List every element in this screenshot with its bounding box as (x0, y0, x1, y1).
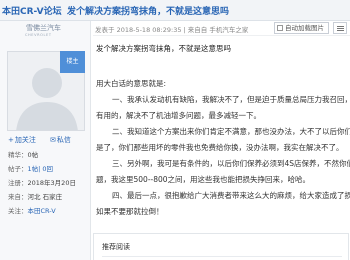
post-meta: 发表于 2018-5-18 08:29:35 | 来自自 手机汽车之家 自动加载… (93, 22, 350, 36)
info-register: 注册：2018年3月20日 (8, 179, 76, 187)
mail-icon: ✉ (50, 136, 56, 144)
post-paragraph: 一、我承认发动机有缺陷，我解决不了，但是迫于质量总局压力我召回，帮你们 (112, 95, 350, 104)
op-badge: 楼主 (60, 51, 85, 73)
top-bar: 本田CR-V论坛 发个解决方案拐弯抹角，不就是这意思吗 (0, 0, 350, 21)
follow-button[interactable]: +加关注 (8, 135, 36, 145)
recommended-heading: 推荐阅读 (102, 243, 130, 251)
post-area: 发表于 2018-5-18 08:29:35 | 来自自 手机汽车之家 自动加载… (92, 21, 350, 260)
follow-label: 加关注 (14, 136, 36, 144)
info-location: 来自：河北 石家庄 (8, 193, 63, 201)
forum-name-link[interactable]: 本田CR-V论坛 (2, 4, 62, 17)
brand-logo: 雪佛兰汽车 CHEVROLET (25, 23, 61, 37)
auto-load-images-label: 自动加载图片 (285, 24, 324, 32)
author-actions: +加关注 ✉私信 (8, 135, 86, 145)
auto-load-images-toggle[interactable]: 自动加载图片 (274, 22, 329, 34)
info-posts: 帖子：1帖| 0回 (8, 165, 54, 173)
post-paragraph: 三、另外啊，我可是有条件的，以后你们保养必须到4S店保养，不然你们的车出问 (112, 159, 350, 168)
post-paragraph: 四、最后一点，很抱歉给广大消费者带来这么大的麻烦，给大家造成了损失，未去 (112, 191, 350, 200)
followed-car-link[interactable]: 本田CR-V (28, 207, 56, 215)
publish-info: 发表于 2018-5-18 08:29:35 | 来自自 手机汽车之家 (95, 26, 249, 34)
post-paragraph: 用大白话的意思就是: (96, 79, 167, 88)
checkbox-icon (277, 25, 283, 31)
author-panel: 雪佛兰汽车 CHEVROLET 楼主 +加关注 ✉私信 精华：0帖 帖子：1帖|… (0, 21, 91, 260)
thread-title: 发个解决方案拐弯抹角，不就是这意思吗 (67, 7, 230, 17)
info-follows: 关注：本田CR-V (8, 207, 56, 215)
post-title: 发个解决方案拐弯抹角，不就是这意思吗 (96, 44, 231, 53)
post-paragraph: 二、我知道这个方案出来你们肯定不满意，那也没办法，大不了以后你们增的车主 (112, 127, 350, 136)
divider (102, 256, 342, 257)
message-label: 私信 (56, 136, 71, 144)
posts-count-link[interactable]: 1帖 (28, 165, 39, 173)
info-essence: 精华：0帖 (8, 151, 39, 159)
menu-icon (337, 26, 344, 27)
replies-count-link[interactable]: | 0回 (38, 165, 53, 173)
message-button[interactable]: ✉私信 (50, 135, 71, 145)
brand-logo-text: 雪佛兰汽车 (26, 24, 61, 32)
menu-button[interactable] (333, 22, 347, 34)
plus-icon: + (8, 136, 14, 144)
post-paragraph: 是了，你们那些用坏的零件我也免费给你换，没办法啊，我实在解决不了。 (96, 143, 344, 152)
recommended-reading: 推荐阅读 (93, 233, 349, 260)
post-paragraph: 如果不要那就拉倒！ (96, 207, 164, 216)
post-paragraph: 有用的，解决不了机油增多问题，最多减轻一下。 (96, 111, 261, 120)
brand-logo-subtext: CHEVROLET (25, 33, 52, 37)
post-paragraph: 题，我这里500--800之间，用这些我也能把损失挣回来，哈哈。 (96, 175, 311, 184)
